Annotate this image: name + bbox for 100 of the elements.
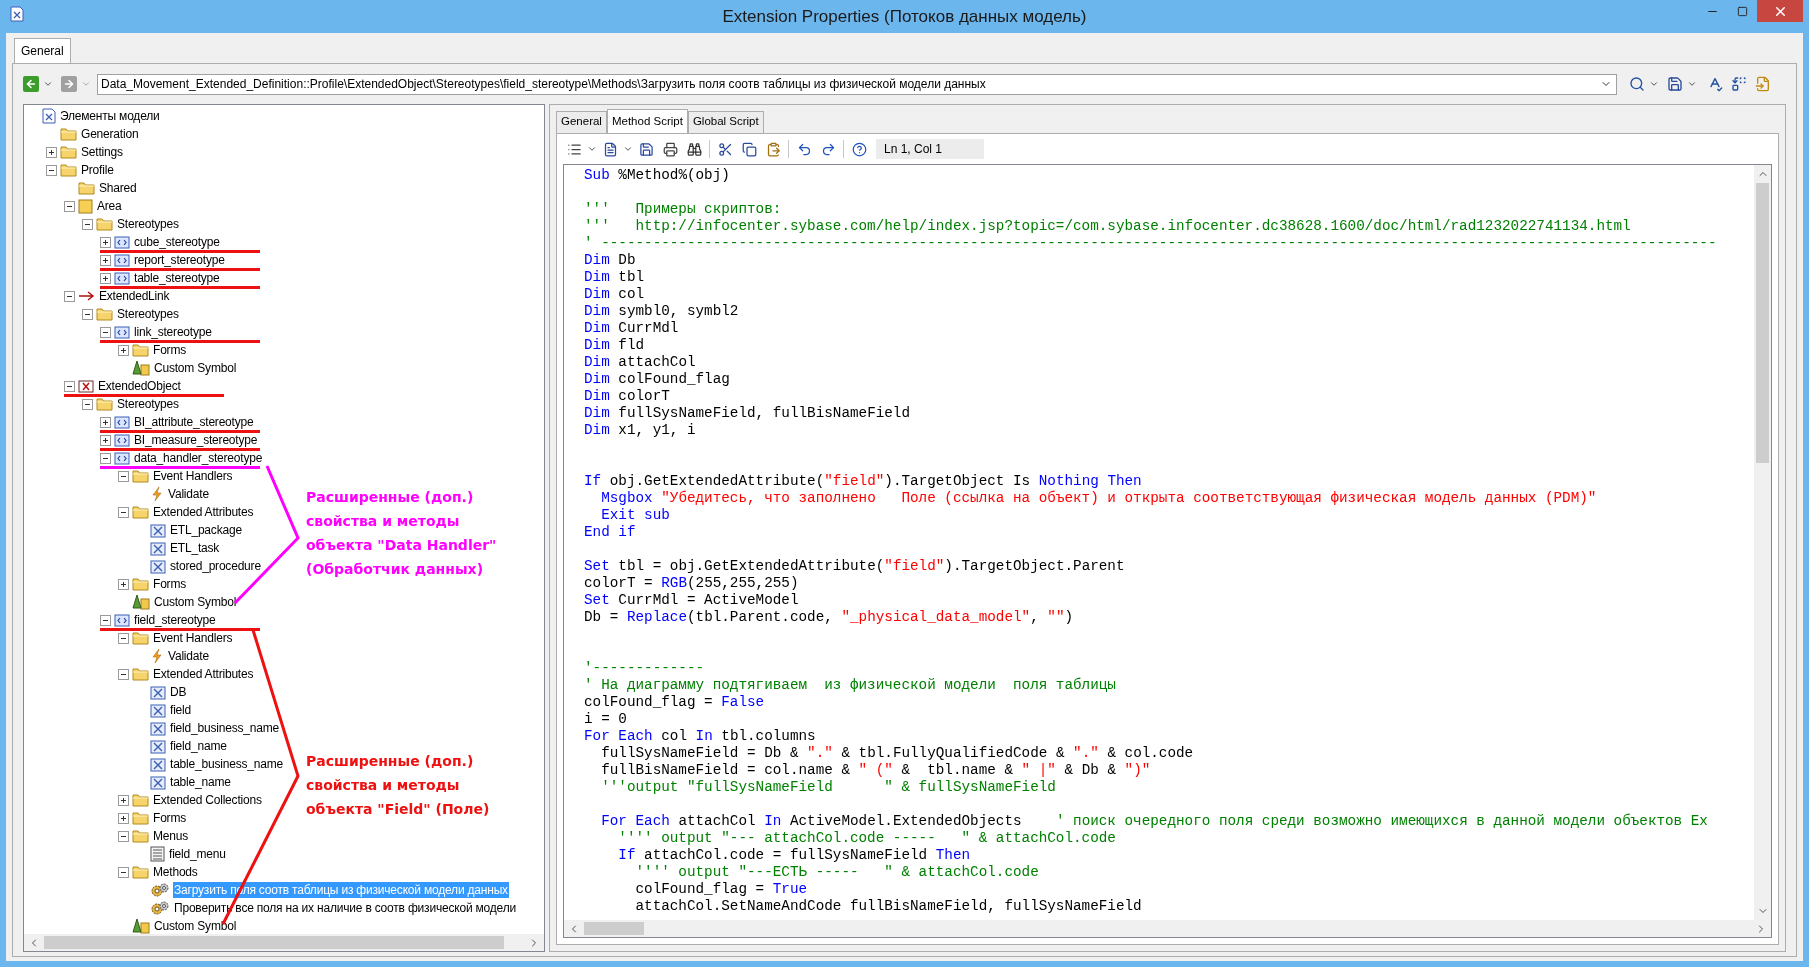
tree-item[interactable]: Shared bbox=[98, 180, 138, 196]
tree-item[interactable]: link_stereotype bbox=[133, 324, 213, 340]
collapse-toggle[interactable] bbox=[64, 290, 75, 302]
tree-item[interactable]: Forms bbox=[152, 576, 187, 592]
help-icon[interactable] bbox=[851, 141, 867, 157]
tree-item[interactable]: field bbox=[169, 702, 192, 718]
collapse-toggle[interactable] bbox=[118, 506, 129, 518]
horizontal-scrollbar[interactable] bbox=[564, 920, 1771, 937]
edit-icon[interactable] bbox=[602, 141, 618, 157]
tree-item[interactable]: Элементы модели bbox=[59, 108, 161, 124]
caret-icon[interactable] bbox=[1649, 79, 1659, 89]
tree-item[interactable]: ExtendedObject bbox=[97, 378, 182, 394]
search-icon[interactable] bbox=[1629, 76, 1645, 92]
back-button[interactable] bbox=[23, 76, 39, 92]
save-icon[interactable] bbox=[638, 141, 654, 157]
tree-item[interactable]: Event Handlers bbox=[152, 468, 234, 484]
tree-item[interactable]: Generation bbox=[80, 126, 140, 142]
expand-toggle[interactable] bbox=[100, 272, 111, 284]
collapse-toggle[interactable] bbox=[100, 326, 111, 338]
copy-icon[interactable] bbox=[741, 141, 757, 157]
tree-item[interactable]: BI_attribute_stereotype bbox=[133, 414, 255, 430]
tree-item[interactable]: report_stereotype bbox=[133, 252, 226, 268]
collapse-toggle[interactable] bbox=[64, 380, 75, 392]
tree-item[interactable]: field_stereotype bbox=[133, 612, 217, 628]
caret-icon[interactable] bbox=[43, 79, 53, 89]
tree-item[interactable]: Menus bbox=[152, 828, 190, 844]
tree-item[interactable]: Custom Symbol bbox=[153, 360, 238, 376]
tree-item[interactable]: Forms bbox=[152, 342, 187, 358]
close-button[interactable] bbox=[1757, 0, 1803, 22]
collapse-toggle[interactable] bbox=[46, 164, 57, 176]
redo-icon[interactable] bbox=[820, 141, 836, 157]
spell-check-icon[interactable] bbox=[1707, 76, 1723, 92]
scroll-thumb[interactable] bbox=[584, 922, 644, 935]
collapse-toggle[interactable] bbox=[82, 218, 93, 230]
tree-item[interactable]: Profile bbox=[80, 162, 115, 178]
binoculars-icon[interactable] bbox=[686, 141, 702, 157]
collapse-toggle[interactable] bbox=[82, 308, 93, 320]
tree-item[interactable]: Validate bbox=[167, 486, 210, 502]
collapse-toggle[interactable] bbox=[118, 668, 129, 680]
tree-item[interactable]: Stereotypes bbox=[116, 216, 180, 232]
tree-item[interactable]: data_handler_stereotype bbox=[133, 450, 264, 466]
collapse-toggle[interactable] bbox=[118, 632, 129, 644]
tree-item[interactable]: Extended Attributes bbox=[152, 504, 255, 520]
tab[interactable]: Method Script bbox=[606, 109, 688, 134]
collapse-toggle[interactable] bbox=[64, 200, 75, 212]
tree-item[interactable]: stored_procedure bbox=[169, 558, 262, 574]
tree-item[interactable]: Extended Attributes bbox=[152, 666, 255, 682]
tree-item[interactable]: Custom Symbol bbox=[153, 594, 238, 610]
replace-icon[interactable] bbox=[1731, 76, 1747, 92]
tree-item[interactable]: field_menu bbox=[168, 846, 227, 862]
scroll-thumb[interactable] bbox=[1756, 183, 1769, 464]
collapse-toggle[interactable] bbox=[118, 830, 129, 842]
tree-item[interactable]: cube_stereotype bbox=[133, 234, 221, 250]
expand-toggle[interactable] bbox=[100, 236, 111, 248]
print-icon[interactable] bbox=[662, 141, 678, 157]
tree-item[interactable]: ExtendedLink bbox=[98, 288, 171, 304]
expand-toggle[interactable] bbox=[100, 434, 111, 446]
tree-item[interactable]: field_business_name bbox=[169, 720, 280, 736]
tree-item[interactable]: table_stereotype bbox=[133, 270, 221, 286]
tree-item[interactable]: Area bbox=[96, 198, 123, 214]
tab[interactable]: General bbox=[14, 38, 71, 63]
caret-icon[interactable] bbox=[1687, 79, 1697, 89]
expand-toggle[interactable] bbox=[118, 812, 129, 824]
tree-item[interactable]: Event Handlers bbox=[152, 630, 234, 646]
tree-item[interactable]: Methods bbox=[152, 864, 199, 880]
undo-icon[interactable] bbox=[796, 141, 812, 157]
collapse-toggle[interactable] bbox=[118, 866, 129, 878]
tree-item[interactable]: Settings bbox=[80, 144, 124, 160]
tree-item[interactable]: Custom Symbol bbox=[153, 918, 238, 934]
tree-item[interactable]: ETL_package bbox=[169, 522, 243, 538]
tree-item[interactable]: Validate bbox=[167, 648, 210, 664]
import-icon[interactable] bbox=[1755, 76, 1771, 92]
expand-toggle[interactable] bbox=[118, 578, 129, 590]
expand-toggle[interactable] bbox=[118, 794, 129, 806]
tab[interactable]: Global Script bbox=[687, 111, 764, 134]
tab[interactable]: General bbox=[556, 111, 607, 134]
paste-icon[interactable] bbox=[765, 141, 781, 157]
tree-item[interactable]: table_name bbox=[169, 774, 232, 790]
tree-item[interactable]: field_name bbox=[169, 738, 228, 754]
collapse-toggle[interactable] bbox=[118, 470, 129, 482]
tree-item[interactable]: table_business_name bbox=[169, 756, 284, 772]
tree-item[interactable]: ETL_task bbox=[169, 540, 221, 556]
tree-item[interactable]: Forms bbox=[152, 810, 187, 826]
tree-item[interactable]: Stereotypes bbox=[116, 396, 180, 412]
horizontal-scrollbar[interactable] bbox=[24, 934, 544, 951]
collapse-toggle[interactable] bbox=[100, 452, 111, 464]
expand-toggle[interactable] bbox=[100, 254, 111, 266]
collapse-toggle[interactable] bbox=[82, 398, 93, 410]
vertical-scrollbar[interactable] bbox=[1754, 165, 1771, 920]
save-icon[interactable] bbox=[1667, 76, 1683, 92]
cut-icon[interactable] bbox=[717, 141, 733, 157]
tree-item[interactable]: BI_measure_stereotype bbox=[133, 432, 259, 448]
tree-item[interactable]: DB bbox=[169, 684, 188, 700]
path-combo-box[interactable]: Data_Movement_Extended_Definition::Profile\ExtendedObject\Stereotypes\field_stereotype\Methods\Загрузить поля соотв таблицы из физической модели данных bbox=[97, 73, 1617, 95]
scroll-thumb[interactable] bbox=[44, 936, 504, 949]
expand-toggle[interactable] bbox=[100, 416, 111, 428]
expand-toggle[interactable] bbox=[118, 344, 129, 356]
maximize-icon[interactable] bbox=[1736, 5, 1748, 17]
list-icon[interactable] bbox=[566, 141, 582, 157]
tree-item[interactable]: Stereotypes bbox=[116, 306, 180, 322]
